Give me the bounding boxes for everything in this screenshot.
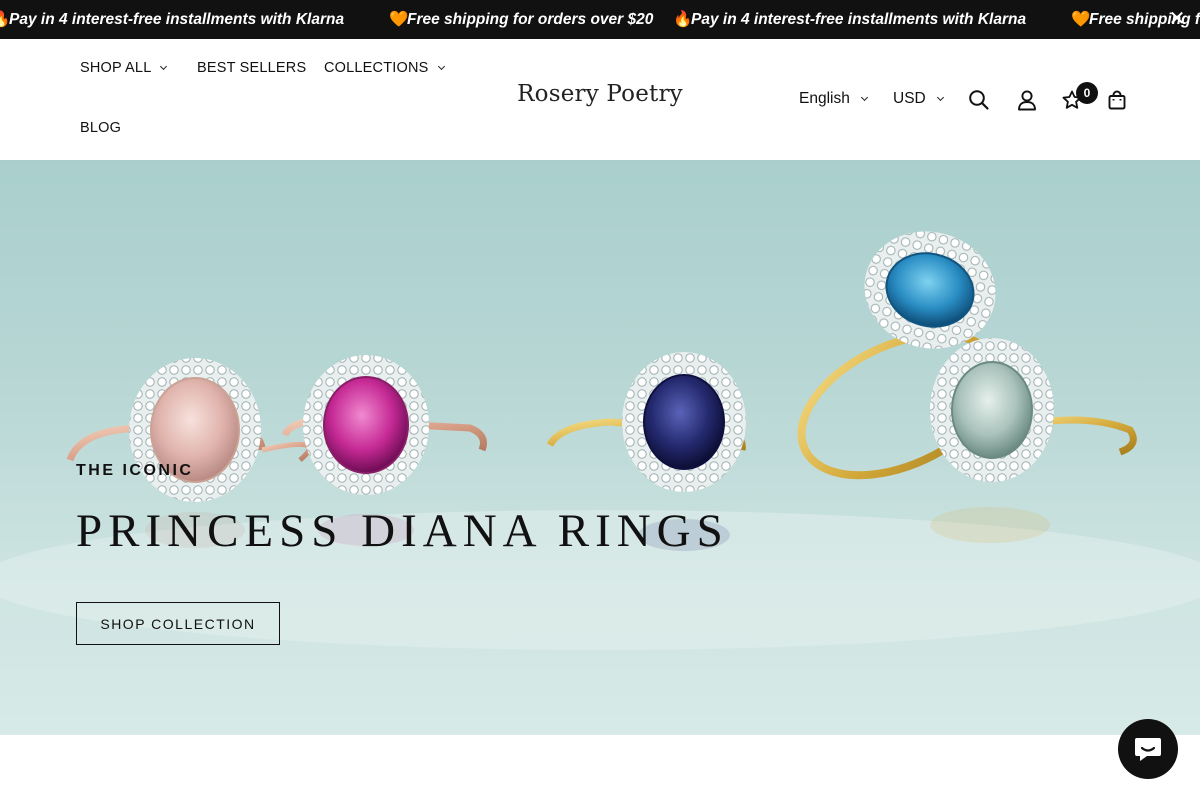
heart-icon: 🧡 — [1071, 11, 1091, 28]
bag-icon[interactable] — [1104, 87, 1130, 113]
chevron-down-icon — [437, 62, 445, 70]
hero-eyebrow: THE ICONIC — [76, 462, 194, 479]
chevron-down-icon — [860, 93, 868, 101]
announcement-bar: 🔥Pay in 4 interest-free installments wit… — [0, 0, 1200, 39]
account-icon[interactable] — [1014, 87, 1040, 113]
fire-icon: 🔥 — [673, 11, 693, 28]
chat-icon[interactable] — [1118, 719, 1178, 779]
nav-collections[interactable]: COLLECTIONS — [324, 60, 445, 76]
brand-logo[interactable]: Rosery Poetry — [500, 81, 700, 107]
nav-blog[interactable]: BLOG — [80, 120, 121, 136]
chevron-down-icon — [160, 62, 168, 70]
language-selector[interactable]: English — [799, 90, 868, 108]
hero-banner: THE ICONIC PRINCESS DIANA RINGS SHOP COL… — [0, 160, 1200, 735]
chevron-down-icon — [936, 93, 944, 101]
wishlist-count-badge: 0 — [1076, 82, 1098, 104]
hero-headline: PRINCESS DIANA RINGS — [76, 505, 729, 557]
fire-icon: 🔥 — [0, 11, 11, 28]
shop-collection-button[interactable]: SHOP COLLECTION — [76, 602, 280, 645]
search-icon[interactable] — [966, 87, 992, 113]
announcement-message: 🔥Pay in 4 interest-free installments wit… — [673, 0, 1026, 39]
nav-best-sellers[interactable]: BEST SELLERS — [197, 60, 306, 76]
site-header: SHOP ALL BEST SELLERS COLLECTIONS BLOG R… — [0, 39, 1200, 160]
heart-icon: 🧡 — [389, 11, 409, 28]
rings-photo — [0, 231, 1200, 650]
nav-shop-all[interactable]: SHOP ALL — [80, 60, 168, 76]
close-icon[interactable]: ✕ — [1166, 8, 1188, 30]
announcement-message: 🔥Pay in 4 interest-free installments wit… — [0, 0, 344, 39]
currency-selector[interactable]: USD — [893, 90, 944, 108]
announcement-message: 🧡Free shipping for orders over $20 — [389, 0, 653, 39]
